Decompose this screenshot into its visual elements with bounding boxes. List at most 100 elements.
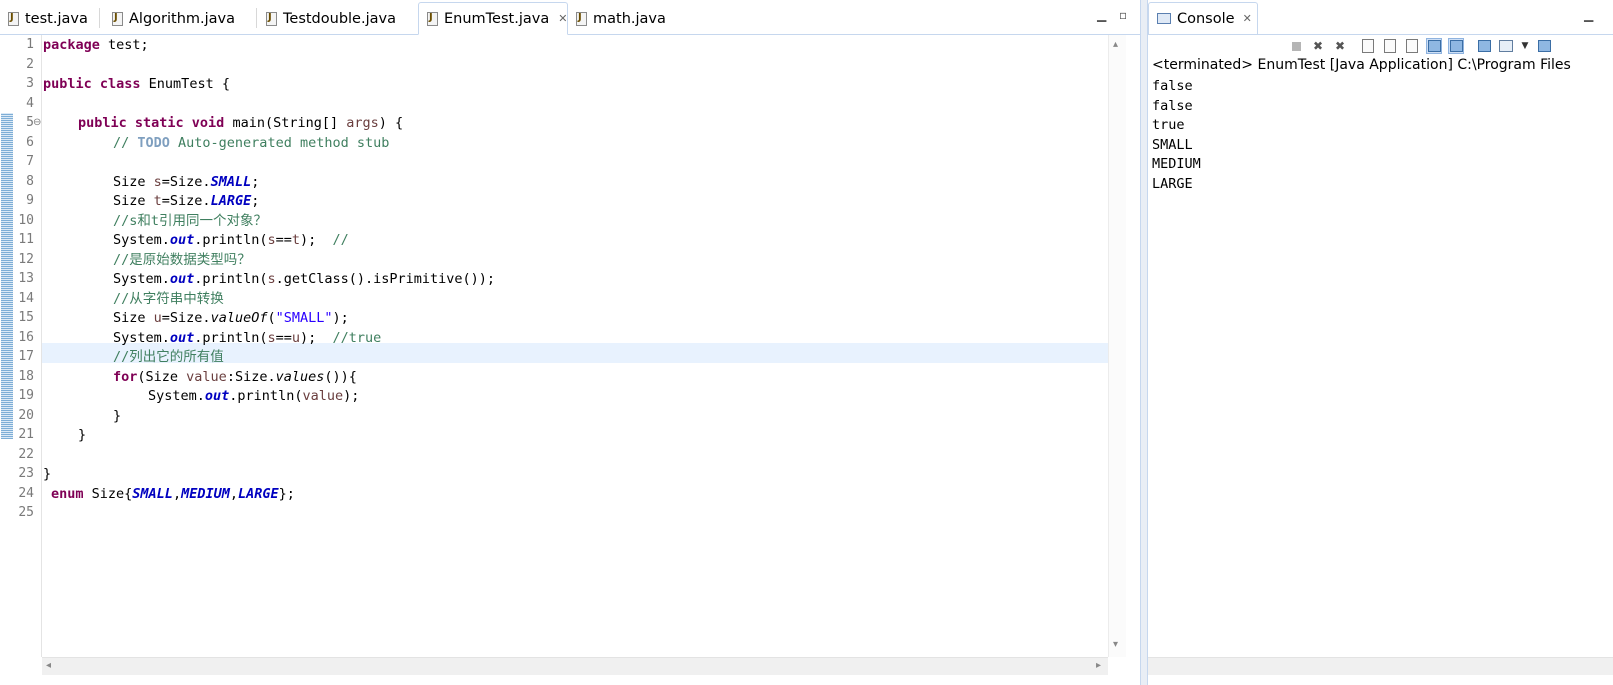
line-number: 7: [26, 154, 34, 169]
close-icon[interactable]: ✕: [1243, 12, 1252, 25]
scroll-right-icon[interactable]: ▸: [1096, 660, 1101, 671]
line-number-gutter: 1 2 3 4 5 ⊖ 6 7 8 9 10 11 12 13 14 15 16…: [14, 35, 42, 657]
open-console-icon[interactable]: [1536, 38, 1552, 54]
code-line: }: [43, 464, 51, 484]
display-console-icon[interactable]: [1498, 38, 1514, 54]
line-number: 11: [18, 232, 34, 247]
show-on-stdout-icon[interactable]: [1426, 38, 1442, 54]
console-output-line: SMALL: [1152, 136, 1193, 153]
code-token: =Size.: [161, 173, 211, 190]
code-token: //列出它的所有值: [113, 349, 224, 365]
terminate-icon[interactable]: [1288, 38, 1304, 54]
scroll-lock-icon[interactable]: [1382, 38, 1398, 54]
line-number: 22: [18, 446, 34, 462]
code-token: System.: [148, 388, 205, 404]
maximize-icon[interactable]: ▫: [1119, 8, 1127, 22]
tab-enumtest-java[interactable]: EnumTest.java ✕: [418, 2, 568, 35]
code-token: Auto-generated method stub: [169, 134, 390, 151]
console-pane: Console ✕ ▁ ✖ ✖ ▼ <terminated> EnumTest …: [1148, 0, 1613, 685]
code-token: ,: [229, 485, 238, 502]
editor-vertical-scrollbar[interactable]: ▴ ▾: [1108, 35, 1126, 657]
remove-launch-icon[interactable]: ✖: [1310, 38, 1326, 54]
code-token: System.: [113, 329, 170, 346]
code-line: }: [78, 425, 86, 445]
close-icon[interactable]: ✕: [558, 12, 567, 25]
console-horizontal-scrollbar[interactable]: [1148, 657, 1613, 675]
code-token: };: [278, 485, 295, 502]
code-token: SMALL: [132, 485, 173, 502]
code-line: // TODO Auto-generated method stub: [113, 133, 389, 153]
code-token: //从字符串中转换: [113, 290, 224, 307]
code-token: u: [291, 329, 300, 346]
change-ruler: [0, 35, 14, 657]
clear-console-icon[interactable]: [1360, 38, 1376, 54]
code-line: package test;: [43, 35, 149, 55]
show-on-stderr-icon[interactable]: [1448, 38, 1464, 54]
code-line: System.out.println(value);: [148, 386, 359, 406]
code-token: TODO: [137, 134, 170, 151]
fold-collapse-icon[interactable]: ⊖: [33, 113, 41, 133]
code-line: for(Size value:Size.values()){: [113, 367, 357, 387]
code-token: s: [267, 232, 276, 248]
scroll-left-icon[interactable]: ◂: [46, 660, 51, 671]
code-token: u: [153, 310, 162, 326]
line-number: 14: [18, 290, 34, 306]
code-token: System.: [113, 271, 170, 287]
editor-tab-bar: test.java Algorithm.java Testdouble.java…: [0, 0, 1140, 35]
code-token: Size{: [83, 485, 133, 502]
code-editor[interactable]: 1 2 3 4 5 ⊖ 6 7 8 9 10 11 12 13 14 15 16…: [0, 35, 1126, 657]
tab-testdouble-java[interactable]: Testdouble.java: [258, 3, 396, 34]
java-file-icon: [8, 11, 19, 26]
line-number: 9: [26, 193, 34, 208]
code-token: valueOf: [210, 310, 268, 326]
line-number: 18: [18, 368, 34, 384]
code-token: );: [300, 232, 333, 248]
code-token: out: [169, 271, 195, 287]
word-wrap-icon[interactable]: [1404, 38, 1420, 54]
code-token: SMALL: [210, 173, 252, 190]
pin-console-icon[interactable]: [1476, 38, 1492, 54]
tab-test-java[interactable]: test.java: [0, 3, 88, 34]
tab-console[interactable]: Console ✕: [1148, 2, 1258, 35]
tab-label: test.java: [25, 10, 88, 27]
tab-math-java[interactable]: math.java: [568, 3, 666, 34]
code-token: //: [113, 134, 138, 151]
line-number: 17: [18, 349, 34, 364]
chevron-down-icon[interactable]: ▼: [1520, 38, 1530, 54]
java-file-icon: [266, 11, 277, 26]
code-token: s: [153, 173, 162, 190]
pane-splitter[interactable]: [1140, 0, 1148, 685]
code-line: public static void main(String[] args) {: [78, 113, 403, 133]
code-token: s: [267, 271, 276, 287]
code-token: public class: [43, 76, 141, 92]
code-token: Size: [113, 193, 154, 209]
code-token: :Size.: [226, 368, 276, 385]
code-token: t: [153, 193, 162, 209]
console-output-line: LARGE: [1152, 175, 1193, 192]
code-token: "SMALL": [275, 310, 333, 326]
tab-algorithm-java[interactable]: Algorithm.java: [104, 3, 235, 34]
minimize-icon[interactable]: ▁: [1584, 8, 1593, 22]
minimize-icon[interactable]: ▁: [1097, 8, 1106, 22]
scroll-up-icon[interactable]: ▴: [1113, 39, 1118, 50]
code-token: public static void: [78, 115, 225, 131]
line-number: 3: [26, 76, 34, 91]
scroll-down-icon[interactable]: ▾: [1113, 639, 1118, 650]
code-token: System.: [113, 232, 170, 248]
code-token: =Size.: [161, 310, 211, 326]
editor-horizontal-scrollbar[interactable]: ◂ ▸: [42, 657, 1108, 675]
tab-label: Testdouble.java: [283, 10, 396, 27]
code-line: //从字符串中转换: [113, 289, 224, 309]
code-line: Size s=Size.SMALL;: [113, 172, 259, 192]
remove-all-terminated-icon[interactable]: ✖: [1332, 38, 1348, 54]
code-line: Size t=Size.LARGE;: [113, 191, 259, 211]
code-token: out: [204, 388, 230, 404]
code-token: args: [346, 115, 379, 131]
code-token: for: [113, 368, 138, 385]
code-token: .println(: [194, 329, 268, 346]
code-token: );: [300, 329, 333, 346]
console-tab-label: Console: [1177, 10, 1235, 27]
code-token: t: [291, 232, 300, 248]
console-toolbar: ✖ ✖ ▼: [1288, 36, 1558, 56]
console-output-line: false: [1152, 78, 1193, 94]
